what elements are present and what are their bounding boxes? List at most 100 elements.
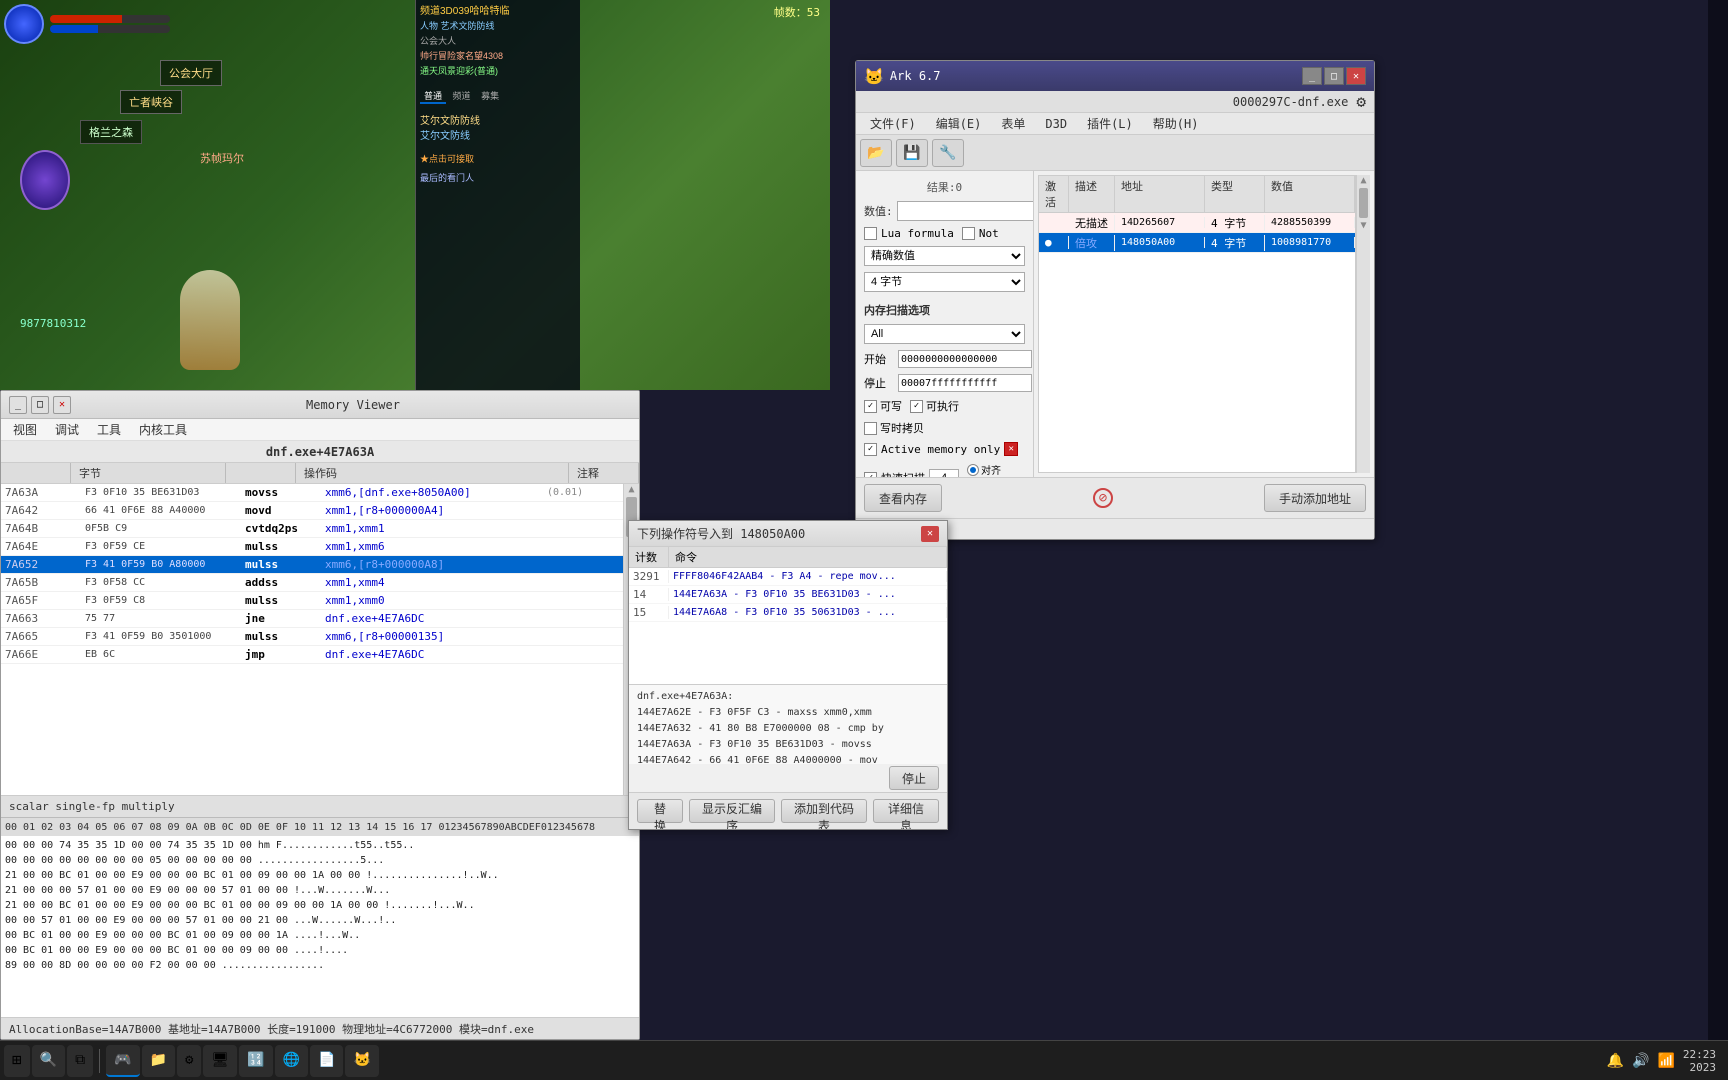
toolbar-save-button[interactable]: 💾 <box>896 139 928 167</box>
align-radio[interactable] <box>967 464 979 476</box>
active-memory-checkbox[interactable] <box>864 443 877 456</box>
results-scrollbar[interactable]: ▲ ▼ <box>1356 175 1370 473</box>
col-comment: 注释 <box>569 463 639 483</box>
cell-value-1: 4288550399 <box>1265 217 1355 228</box>
disasm-ops-cell: xmm1,xmm1 <box>321 522 543 535</box>
lua-checkbox[interactable] <box>864 227 877 240</box>
ark-title: Ark 6.7 <box>890 69 1300 83</box>
sub-row[interactable]: 3291 FFFF8046F42AAB4 - F3 A4 - repe mov.… <box>629 568 947 586</box>
sub-row[interactable]: 15 144E7A6A8 - F3 0F10 35 50631D03 - ... <box>629 604 947 622</box>
stop-button[interactable]: 停止 <box>889 766 939 790</box>
disasm-row[interactable]: 7A64E F3 0F59 CE mulss xmm1,xmm6 <box>1 538 623 556</box>
fast-scan-input[interactable] <box>929 469 959 477</box>
ark-minimize-button[interactable]: _ <box>1302 67 1322 85</box>
menu-kernel[interactable]: 内核工具 <box>131 419 195 440</box>
disasm-row[interactable]: 7A66E EB 6C jmp dnf.exe+4E7A6DC <box>1 646 623 664</box>
scroll-up-arrow[interactable]: ▲ <box>624 484 639 495</box>
results-scroll-down[interactable]: ▼ <box>1357 220 1370 231</box>
disasm-row[interactable]: 7A652 F3 41 0F59 B0 A80000 mulss xmm6,[r… <box>1 556 623 574</box>
chat-notify: ★点击可接取 <box>420 152 576 167</box>
not-checkbox[interactable] <box>962 227 975 240</box>
writable-checkbox[interactable] <box>864 400 877 413</box>
memory-scan-select[interactable]: All <box>864 324 1025 344</box>
menu-form[interactable]: 表单 <box>991 113 1035 134</box>
sub-close-button[interactable]: ✕ <box>921 526 939 542</box>
taskbar-clock[interactable]: 22:23 2023 <box>1683 1048 1716 1074</box>
toolbar-open-button[interactable]: 📂 <box>860 139 892 167</box>
disasm-row[interactable]: 7A65F F3 0F59 C8 mulss xmm1,xmm0 <box>1 592 623 610</box>
details-button[interactable]: 详细信息 <box>873 799 939 823</box>
menu-plugin[interactable]: 插件(L) <box>1077 113 1143 134</box>
network-icon[interactable]: 📶 <box>1657 1053 1674 1069</box>
fast-scan-row: 快速扫描 对齐 最后位数 <box>864 462 1025 477</box>
settings-icon[interactable]: ⚙ <box>1356 92 1366 111</box>
menu-view[interactable]: 视图 <box>5 419 45 440</box>
search-button[interactable]: 🔍 <box>32 1045 65 1077</box>
disasm-column-headers: 字节 操作码 注释 <box>1 463 639 484</box>
disasm-status: scalar single-fp multiply <box>1 795 639 817</box>
add-code-table-button[interactable]: 添加到代码表 <box>781 799 867 823</box>
volume-icon[interactable]: 🔊 <box>1632 1053 1649 1069</box>
sub-row[interactable]: 14 144E7A63A - F3 0F10 35 BE631D03 - ... <box>629 586 947 604</box>
results-scroll-thumb[interactable] <box>1359 188 1368 218</box>
menu-tools[interactable]: 工具 <box>89 419 129 440</box>
align-options: 对齐 最后位数 <box>967 462 1021 477</box>
show-disasm-button[interactable]: 显示反汇编序 <box>689 799 775 823</box>
terminal-taskitem[interactable]: 🖥 <box>203 1045 237 1077</box>
notification-icon[interactable]: 🔔 <box>1607 1053 1624 1069</box>
active-memory-row: Active memory only ✕ <box>864 442 1025 456</box>
file-manager-taskitem[interactable]: 📁 <box>142 1045 175 1077</box>
replace-button[interactable]: 替换 <box>637 799 683 823</box>
chat-channel: 频道3D039哈哈特临 <box>420 4 576 19</box>
add-address-button[interactable]: 手动添加地址 <box>1264 484 1366 512</box>
ark-close-button[interactable]: ✕ <box>1346 67 1366 85</box>
menu-d3d[interactable]: D3D <box>1035 115 1077 133</box>
tab-normal[interactable]: 普通 <box>420 90 446 104</box>
disasm-row[interactable]: 7A663 75 77 jne dnf.exe+4E7A6DC <box>1 610 623 628</box>
result-row-2[interactable]: ● 倍攻 148050A00 4 字节 1008981770 <box>1039 233 1355 253</box>
calc-taskitem[interactable]: 🔢 <box>239 1045 272 1077</box>
active-memory-dismiss[interactable]: ✕ <box>1004 442 1018 456</box>
ark-maximize-button[interactable]: □ <box>1324 67 1344 85</box>
disasm-row[interactable]: 7A665 F3 41 0F59 B0 3501000 mulss xmm6,[… <box>1 628 623 646</box>
portal-icon <box>20 150 70 210</box>
view-memory-button[interactable]: 查看内存 <box>864 484 942 512</box>
disasm-row[interactable]: 7A642 66 41 0F6E 88 A40000 movd xmm1,[r8… <box>1 502 623 520</box>
game-taskitem[interactable]: 🎮 <box>106 1045 139 1077</box>
results-scroll-up[interactable]: ▲ <box>1357 175 1370 186</box>
disasm-row[interactable]: 7A65B F3 0F58 CC addss xmm1,xmm4 <box>1 574 623 592</box>
menu-help[interactable]: 帮助(H) <box>1143 113 1209 134</box>
browser-taskitem[interactable]: 🌐 <box>275 1045 308 1077</box>
value-input[interactable] <box>897 201 1034 221</box>
taskbar-divider <box>99 1049 100 1073</box>
menu-debug[interactable]: 调试 <box>47 419 87 440</box>
tab-channel[interactable]: 频道 <box>449 90 475 102</box>
disasm-row[interactable]: 7A63A F3 0F10 35 BE631D03 movss xmm6,[dn… <box>1 484 623 502</box>
result-row-1[interactable]: 无描述 14D265607 4 字节 4288550399 <box>1039 213 1355 233</box>
menu-file[interactable]: 文件(F) <box>860 113 926 134</box>
data-type-select[interactable]: 4 字节 <box>864 272 1025 292</box>
close-button[interactable]: ✕ <box>53 396 71 414</box>
disasm-mnem-cell: mulss <box>241 558 321 571</box>
disasm-row[interactable]: 7A64B 0F5B C9 cvtdq2ps xmm1,xmm1 <box>1 520 623 538</box>
col-active: 激活 <box>1039 176 1069 212</box>
start-button[interactable]: ⊞ <box>4 1045 30 1077</box>
cow-checkbox[interactable] <box>864 422 877 435</box>
toolbar-save2-button[interactable]: 🔧 <box>932 139 964 167</box>
tab-guild[interactable]: 募集 <box>477 90 503 102</box>
ark-app-icon: 🐱 <box>864 67 884 86</box>
cat-taskitem[interactable]: 🐱 <box>345 1045 378 1077</box>
scan-type-select[interactable]: 精确数值 <box>864 246 1025 266</box>
ark-scan-area: 结果:0 数值: Hex Lua formula Not <box>856 171 1374 477</box>
editor-taskitem[interactable]: 📄 <box>310 1045 343 1077</box>
settings-taskitem[interactable]: ⚙ <box>177 1045 201 1077</box>
cell-active-2: ● <box>1039 236 1069 249</box>
executable-checkbox[interactable] <box>910 400 923 413</box>
taskview-button[interactable]: ⧉ <box>67 1045 93 1077</box>
maximize-button[interactable]: □ <box>31 396 49 414</box>
start-input[interactable] <box>898 350 1032 368</box>
menu-edit[interactable]: 编辑(E) <box>926 113 992 134</box>
minimize-button[interactable]: _ <box>9 396 27 414</box>
frame-count: 帧数：53 <box>774 4 820 20</box>
end-input[interactable] <box>898 374 1032 392</box>
